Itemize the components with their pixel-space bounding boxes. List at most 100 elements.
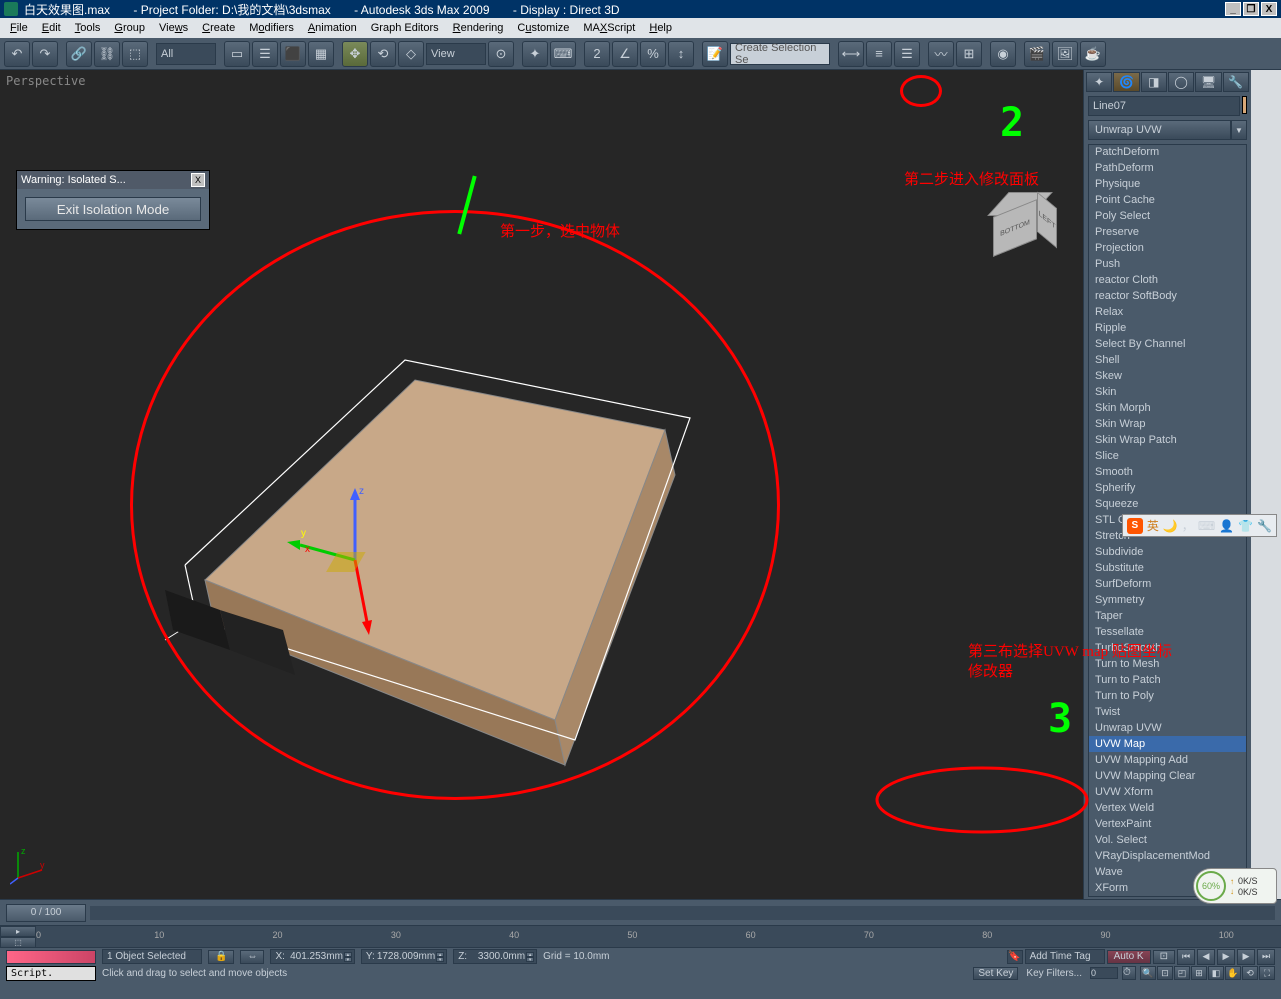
curve-editor-button[interactable]: 〰 <box>928 41 954 67</box>
modifier-item[interactable]: Spherify <box>1089 480 1246 496</box>
modifier-item[interactable]: PathDeform <box>1089 160 1246 176</box>
move-button[interactable]: ✥ <box>342 41 368 67</box>
time-config-button[interactable]: ⏱ <box>1122 966 1136 980</box>
modifier-item[interactable]: Skin Morph <box>1089 400 1246 416</box>
max-toggle-button[interactable]: ⛶ <box>1259 966 1275 980</box>
scale-button[interactable]: ◇ <box>398 41 424 67</box>
object-name-input[interactable] <box>1088 96 1240 116</box>
zoom-extents-all-button[interactable]: ⊞ <box>1191 966 1207 980</box>
modifier-item[interactable]: Point Cache <box>1089 192 1246 208</box>
unlink-button[interactable]: ⛓ <box>94 41 120 67</box>
modifier-item[interactable]: Ripple <box>1089 320 1246 336</box>
fov-button[interactable]: ◧ <box>1208 966 1224 980</box>
add-time-tag[interactable]: Add Time Tag <box>1025 949 1105 964</box>
modifier-item[interactable]: Taper <box>1089 608 1246 624</box>
modifier-item[interactable]: reactor Cloth <box>1089 272 1246 288</box>
set-key-button[interactable]: Set Key <box>973 967 1018 980</box>
undo-button[interactable]: ↶ <box>4 41 30 67</box>
menu-customize[interactable]: Customize <box>511 20 575 36</box>
lock-selection-button[interactable]: 🔒 <box>208 950 234 964</box>
modifier-item[interactable]: Subdivide <box>1089 544 1246 560</box>
modifier-item[interactable]: Poly Select <box>1089 208 1246 224</box>
redo-button[interactable]: ↷ <box>32 41 58 67</box>
sogou-icon[interactable]: S <box>1127 518 1143 534</box>
trackbar-ruler[interactable]: 0102030405060708090100 <box>36 926 1281 947</box>
modifier-item[interactable]: UVW Mapping Add <box>1089 752 1246 768</box>
utilities-tab[interactable]: 🔧 <box>1223 72 1249 92</box>
select-by-name-button[interactable]: ☰ <box>252 41 278 67</box>
set-key-selector[interactable]: ⊡ <box>1153 950 1175 964</box>
modifier-item[interactable]: Turn to Poly <box>1089 688 1246 704</box>
menu-tools[interactable]: Tools <box>69 20 107 36</box>
exit-isolation-button[interactable]: Exit Isolation Mode <box>25 197 201 221</box>
modifier-item[interactable]: Physique <box>1089 176 1246 192</box>
trackbar-mini[interactable]: ⬚ <box>0 937 36 948</box>
modifier-item[interactable]: UVW Map <box>1089 736 1246 752</box>
ime-person-icon[interactable]: 👤 <box>1219 519 1234 533</box>
menu-animation[interactable]: Animation <box>302 20 363 36</box>
next-frame-button[interactable]: ▶ <box>1237 949 1255 965</box>
layers-button[interactable]: ☰ <box>894 41 920 67</box>
modifier-item[interactable]: UVW Mapping Clear <box>1089 768 1246 784</box>
isolation-dialog-close[interactable]: X <box>191 173 205 187</box>
ime-lang[interactable]: 英 <box>1147 517 1159 534</box>
transform-type-in[interactable]: ⇔ <box>240 950 264 964</box>
display-tab[interactable]: 🖥 <box>1195 72 1221 92</box>
menu-edit[interactable]: Edit <box>36 20 67 36</box>
coord-y[interactable]: Y:1728.009mm▴▾ <box>361 949 447 964</box>
ref-coord-dropdown[interactable]: View <box>426 43 486 65</box>
orbit-button[interactable]: ⟲ <box>1242 966 1258 980</box>
menu-grapheditors[interactable]: Graph Editors <box>365 20 445 36</box>
snap-button[interactable]: 2 <box>584 41 610 67</box>
modifier-item[interactable]: Push <box>1089 256 1246 272</box>
modifier-item[interactable]: Preserve <box>1089 224 1246 240</box>
modifier-item[interactable]: Skin <box>1089 384 1246 400</box>
time-tag-icon[interactable]: 🔖 <box>1007 950 1023 964</box>
modifier-item[interactable]: Turn to Mesh <box>1089 656 1246 672</box>
goto-end-button[interactable]: ⏭ <box>1257 949 1275 965</box>
keyboard-shortcut-button[interactable]: ⌨ <box>550 41 576 67</box>
modifier-item[interactable]: Substitute <box>1089 560 1246 576</box>
modifier-item[interactable]: Twist <box>1089 704 1246 720</box>
play-button[interactable]: ▶ <box>1217 949 1235 965</box>
modifier-item[interactable]: VertexPaint <box>1089 816 1246 832</box>
auto-key-button[interactable]: Auto K <box>1107 950 1151 964</box>
select-button[interactable]: ▭ <box>224 41 250 67</box>
menu-maxscript[interactable]: MAXScript <box>577 20 641 36</box>
ime-moon-icon[interactable]: 🌙 <box>1163 519 1178 533</box>
modifier-list-label[interactable]: Unwrap UVW <box>1088 120 1231 140</box>
trackbar-open[interactable]: ▸ <box>0 926 36 937</box>
time-slider-track[interactable] <box>90 906 1275 920</box>
modifier-item[interactable]: SurfDeform <box>1089 576 1246 592</box>
script-listener[interactable]: Script. <box>6 966 96 981</box>
pivot-button[interactable]: ⊙ <box>488 41 514 67</box>
menu-create[interactable]: Create <box>196 20 241 36</box>
time-slider-thumb[interactable]: 0 / 100 <box>6 904 86 922</box>
modifier-item[interactable]: Shell <box>1089 352 1246 368</box>
ime-toolbar[interactable]: S 英 🌙 ， ⌨ 👤 👕 🔧 <box>1122 514 1277 537</box>
network-badge[interactable]: 60% ↑↓ 0K/S 0K/S <box>1193 868 1277 904</box>
menu-help[interactable]: Help <box>643 20 678 36</box>
percent-snap-button[interactable]: % <box>640 41 666 67</box>
modifier-item[interactable]: Symmetry <box>1089 592 1246 608</box>
selection-filter-dropdown[interactable]: All <box>156 43 216 65</box>
modifier-item[interactable]: Skin Wrap Patch <box>1089 432 1246 448</box>
ime-tool-icon[interactable]: 🔧 <box>1257 519 1272 533</box>
modify-tab[interactable]: 🌀 <box>1113 72 1139 92</box>
mirror-button[interactable]: ⟷ <box>838 41 864 67</box>
modifier-item[interactable]: Turn to Patch <box>1089 672 1246 688</box>
goto-start-button[interactable]: ⏮ <box>1177 949 1195 965</box>
angle-snap-button[interactable]: ∠ <box>612 41 638 67</box>
viewport-perspective[interactable]: Perspective Warning: Isolated S... X Exi… <box>0 70 1083 899</box>
modifier-item[interactable]: Relax <box>1089 304 1246 320</box>
modifier-item[interactable]: Skew <box>1089 368 1246 384</box>
modifier-item[interactable]: Projection <box>1089 240 1246 256</box>
rotate-button[interactable]: ⟲ <box>370 41 396 67</box>
material-editor-button[interactable]: ◉ <box>990 41 1016 67</box>
maximize-button[interactable]: ❐ <box>1243 2 1259 16</box>
render-frame-button[interactable]: 🖼 <box>1052 41 1078 67</box>
motion-tab[interactable]: ◯ <box>1168 72 1194 92</box>
pan-button[interactable]: ✋ <box>1225 966 1241 980</box>
menu-views[interactable]: Views <box>153 20 194 36</box>
menu-group[interactable]: Group <box>108 20 151 36</box>
